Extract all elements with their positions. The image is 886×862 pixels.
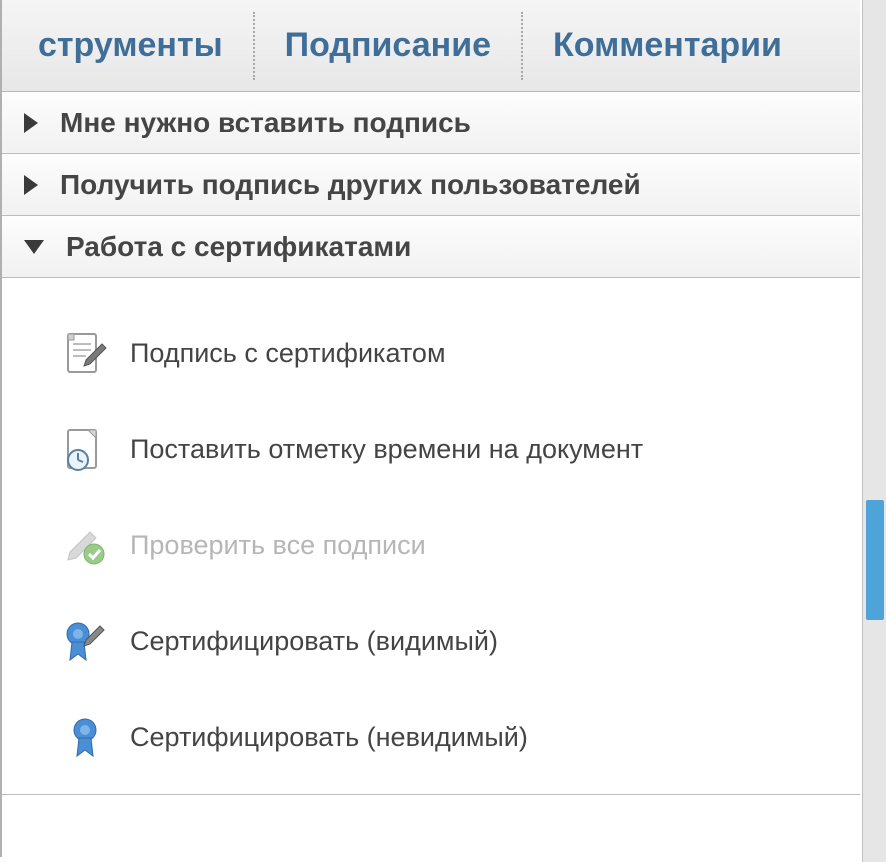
tab-comments[interactable]: Комментарии <box>523 26 812 65</box>
chevron-right-icon <box>24 113 38 133</box>
chevron-down-icon <box>24 240 44 254</box>
section-label: Получить подпись других пользователей <box>60 169 641 201</box>
item-label: Проверить все подписи <box>130 530 426 561</box>
item-label: Поставить отметку времени на документ <box>130 434 643 465</box>
section-get-others-signature[interactable]: Получить подпись других пользователей <box>2 154 860 216</box>
item-label: Сертифицировать (видимый) <box>130 626 498 657</box>
section-insert-signature[interactable]: Мне нужно вставить подпись <box>2 92 860 154</box>
tab-bar: струменты Подписание Комментарии <box>2 0 860 92</box>
signing-panel: струменты Подписание Комментарии Мне нуж… <box>0 0 860 857</box>
document-clock-icon <box>62 426 108 472</box>
validate-all-signatures: Проверить все подписи <box>2 506 860 584</box>
section-label: Работа с сертификатами <box>66 231 411 263</box>
chevron-right-icon <box>24 175 38 195</box>
vertical-scrollbar[interactable] <box>862 0 886 862</box>
scrollbar-thumb[interactable] <box>866 500 884 620</box>
timestamp-document[interactable]: Поставить отметку времени на документ <box>2 410 860 488</box>
certificates-content: Подпись с сертификатом Поставить отметку… <box>2 278 860 795</box>
pen-check-icon <box>62 522 108 568</box>
sign-with-certificate[interactable]: Подпись с сертификатом <box>2 314 860 392</box>
ribbon-icon <box>62 714 108 760</box>
section-label: Мне нужно вставить подпись <box>60 107 471 139</box>
certify-invisible[interactable]: Сертифицировать (невидимый) <box>2 698 860 776</box>
ribbon-pen-icon <box>62 618 108 664</box>
section-certificates[interactable]: Работа с сертификатами <box>2 216 860 278</box>
certify-visible[interactable]: Сертифицировать (видимый) <box>2 602 860 680</box>
tab-tools[interactable]: струменты <box>8 26 253 65</box>
document-pen-icon <box>62 330 108 376</box>
item-label: Сертифицировать (невидимый) <box>130 722 528 753</box>
tab-signing[interactable]: Подписание <box>255 26 521 65</box>
item-label: Подпись с сертификатом <box>130 338 446 369</box>
